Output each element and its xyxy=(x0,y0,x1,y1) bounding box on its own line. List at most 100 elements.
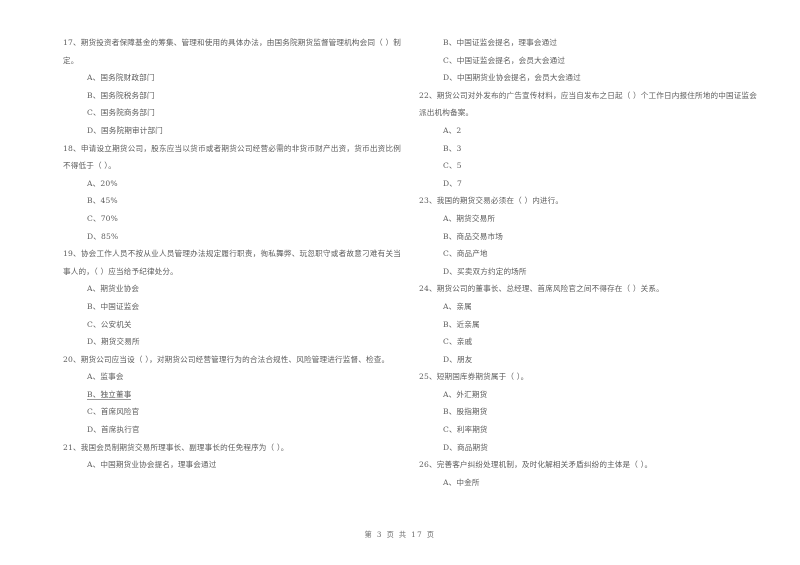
question-block: 26、完善客户纠纷处理机制，及时化解相关矛盾纠纷的主体是（ ）。 A、中金所 xyxy=(419,456,757,491)
question-block: B、中国证监会提名，理事会通过 C、中国证监会提名，会员大会通过 D、中国期货业协会… xyxy=(419,34,757,87)
question-option[interactable]: C、商品产地 xyxy=(419,245,757,263)
option-label: B、中国证监会 xyxy=(87,301,140,311)
option-label: B、独立董事 xyxy=(87,389,132,400)
right-column: B、中国证监会提名，理事会通过 C、中国证监会提名，会员大会通过 D、中国期货业协会… xyxy=(419,34,757,491)
option-label: B、3 xyxy=(443,143,462,153)
option-label: D、85% xyxy=(87,231,119,241)
question-stem: 19、协会工作人员不按从业人员管理办法规定履行职责，徇私舞弊、玩忽职守或者故意刁… xyxy=(63,249,401,276)
question-option[interactable]: C、公安机关 xyxy=(63,316,401,334)
question-stem: 23、我国的期货交易必须在（ ）内进行。 xyxy=(419,196,564,206)
question-option[interactable]: B、股指期货 xyxy=(419,403,757,421)
question-option[interactable]: A、外汇期货 xyxy=(419,386,757,404)
question-option[interactable]: B、3 xyxy=(419,140,757,158)
question-stem: 26、完善客户纠纷处理机制，及时化解相关矛盾纠纷的主体是（ ）。 xyxy=(419,460,653,470)
option-label: D、7 xyxy=(443,178,462,188)
question-block: 22、期货公司对外发布的广告宣传材料，应当自发布之日起（ ）个工作日内报住所地的… xyxy=(419,87,757,193)
document-page: 17、期货投资者保障基金的筹集、管理和使用的具体办法，由国务院期货监督管理机构会… xyxy=(0,0,800,565)
question-option[interactable]: C、国务院商务部门 xyxy=(63,104,401,122)
question-option[interactable]: C、中国证监会提名，会员大会通过 xyxy=(419,52,757,70)
question-option[interactable]: D、85% xyxy=(63,228,401,246)
question-option[interactable]: C、利率期货 xyxy=(419,421,757,439)
option-label: C、5 xyxy=(443,161,462,171)
question-option[interactable]: D、商品期货 xyxy=(419,439,757,457)
question-block: 25、短期国库券期货属于（ ）。 A、外汇期货 B、股指期货 C、利率期货 D、商品期货 xyxy=(419,368,757,456)
question-block: 24、期货公司的董事长、总经理、首席风险官之间不得存在（ ）关系。 A、亲属 B、近… xyxy=(419,280,757,368)
question-option[interactable]: D、买卖双方约定的场所 xyxy=(419,263,757,281)
option-label: C、中国证监会提名，会员大会通过 xyxy=(443,55,566,65)
question-option[interactable]: D、朋友 xyxy=(419,351,757,369)
option-label: C、公安机关 xyxy=(87,319,132,329)
option-label: A、亲属 xyxy=(443,301,472,311)
question-option[interactable]: A、亲属 xyxy=(419,298,757,316)
option-label: D、商品期货 xyxy=(443,442,488,452)
question-option[interactable]: D、首席执行官 xyxy=(63,421,401,439)
option-label: A、国务院财政部门 xyxy=(87,73,155,83)
question-option[interactable]: B、商品交易市场 xyxy=(419,228,757,246)
question-option[interactable]: A、2 xyxy=(419,122,757,140)
option-label: A、20% xyxy=(87,178,118,188)
question-option[interactable]: C、5 xyxy=(419,157,757,175)
option-label: C、70% xyxy=(87,213,119,223)
option-label: D、首席执行官 xyxy=(87,425,140,435)
question-block: 20、期货公司应当设（ ），对期货公司经营管理行为的合法合规性、风险管理进行监督… xyxy=(63,351,401,439)
two-column-body: 17、期货投资者保障基金的筹集、管理和使用的具体办法，由国务院期货监督管理机构会… xyxy=(0,34,800,514)
question-option[interactable]: A、中国期货业协会提名，理事会通过 xyxy=(63,456,401,474)
question-option[interactable]: B、近亲属 xyxy=(419,316,757,334)
question-option[interactable]: D、国务院期审计部门 xyxy=(63,122,401,140)
question-option[interactable]: A、监事会 xyxy=(63,368,401,386)
question-stem: 24、期货公司的董事长、总经理、首席风险官之间不得存在（ ）关系。 xyxy=(419,284,664,294)
option-label: C、利率期货 xyxy=(443,425,488,435)
option-label: A、监事会 xyxy=(87,372,124,382)
option-label: B、近亲属 xyxy=(443,319,480,329)
option-label: B、商品交易市场 xyxy=(443,231,503,241)
option-label: C、商品产地 xyxy=(443,249,488,259)
question-stem: 25、短期国库券期货属于（ ）。 xyxy=(419,372,529,382)
option-label: A、期货交易所 xyxy=(443,213,496,223)
question-option[interactable]: A、中金所 xyxy=(419,474,757,492)
question-option[interactable]: D、期货交易所 xyxy=(63,333,401,351)
question-option[interactable]: B、45% xyxy=(63,192,401,210)
option-label: A、外汇期货 xyxy=(443,389,488,399)
question-option[interactable]: A、20% xyxy=(63,175,401,193)
page-footer: 第 3 页 共 17 页 xyxy=(364,530,436,539)
question-stem: 18、申请设立期货公司，股东应当以货币或者期货公司经营必需的非货币财产出资，货币… xyxy=(63,143,401,171)
question-option[interactable]: B、国务院税务部门 xyxy=(63,87,401,105)
question-block: 17、期货投资者保障基金的筹集、管理和使用的具体办法，由国务院期货监督管理机构会… xyxy=(63,34,401,140)
question-stem: 21、我国会员制期货交易所理事长、副理事长的任免程序为（ ）。 xyxy=(63,442,289,452)
question-option[interactable]: C、亲戚 xyxy=(419,333,757,351)
question-option[interactable]: A、国务院财政部门 xyxy=(63,69,401,87)
option-label: A、中金所 xyxy=(443,477,480,487)
question-option[interactable]: D、7 xyxy=(419,175,757,193)
option-label: D、期货交易所 xyxy=(87,337,140,347)
question-stem: 22、期货公司对外发布的广告宣传材料，应当自发布之日起（ ）个工作日内报住所地的… xyxy=(419,90,757,118)
option-label: D、中国期货业协会提名，会员大会通过 xyxy=(443,73,581,83)
question-option[interactable]: B、中国证监会 xyxy=(63,298,401,316)
question-option[interactable]: B、中国证监会提名，理事会通过 xyxy=(419,34,757,52)
question-block: 21、我国会员制期货交易所理事长、副理事长的任免程序为（ ）。 A、中国期货业协会… xyxy=(63,439,401,474)
option-label: B、国务院税务部门 xyxy=(87,90,155,100)
option-label: D、买卖双方约定的场所 xyxy=(443,266,527,276)
question-block: 23、我国的期货交易必须在（ ）内进行。 A、期货交易所 B、商品交易市场 C、商品产… xyxy=(419,192,757,280)
option-label: B、中国证监会提名，理事会通过 xyxy=(443,38,558,47)
question-option[interactable]: B、独立董事 xyxy=(63,386,401,404)
option-label: A、期货业协会 xyxy=(87,284,140,294)
question-stem: 20、期货公司应当设（ ），对期货公司经营管理行为的合法合规性、风险管理进行监督… xyxy=(63,354,390,364)
question-option[interactable]: A、期货交易所 xyxy=(419,210,757,228)
question-option[interactable]: C、70% xyxy=(63,210,401,228)
option-label: D、国务院期审计部门 xyxy=(87,125,163,135)
option-label: B、45% xyxy=(87,196,118,206)
question-block: 18、申请设立期货公司，股东应当以货币或者期货公司经营必需的非货币财产出资，货币… xyxy=(63,140,401,246)
option-label: A、2 xyxy=(443,125,462,135)
option-label: B、股指期货 xyxy=(443,407,488,417)
option-label: C、首席风险官 xyxy=(87,407,140,417)
question-option[interactable]: A、期货业协会 xyxy=(63,280,401,298)
option-label: D、朋友 xyxy=(443,354,473,364)
option-label: C、国务院商务部门 xyxy=(87,108,155,118)
option-label: A、中国期货业协会提名，理事会通过 xyxy=(87,460,217,470)
left-column: 17、期货投资者保障基金的筹集、管理和使用的具体办法，由国务院期货监督管理机构会… xyxy=(63,34,401,474)
option-label: C、亲戚 xyxy=(443,337,473,347)
question-stem: 17、期货投资者保障基金的筹集、管理和使用的具体办法，由国务院期货监督管理机构会… xyxy=(63,38,401,65)
question-option[interactable]: C、首席风险官 xyxy=(63,403,401,421)
question-option[interactable]: D、中国期货业协会提名，会员大会通过 xyxy=(419,69,757,87)
question-block: 19、协会工作人员不按从业人员管理办法规定履行职责，徇私舞弊、玩忽职守或者故意刁… xyxy=(63,245,401,351)
